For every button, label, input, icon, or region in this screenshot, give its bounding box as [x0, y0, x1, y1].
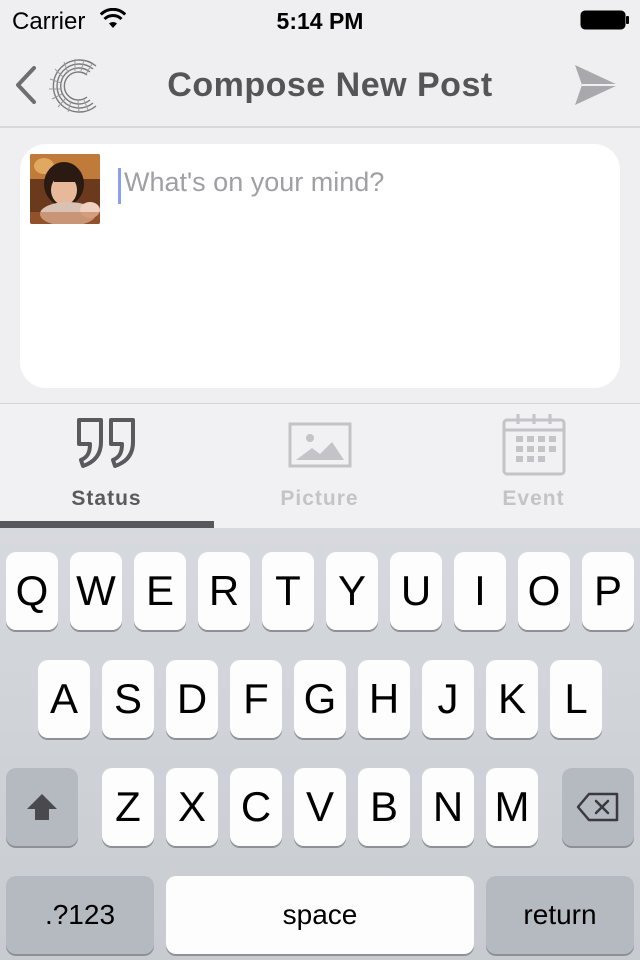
space-key[interactable]: space [166, 876, 474, 954]
key-p[interactable]: P [582, 552, 634, 630]
key-a[interactable]: A [38, 660, 90, 738]
shift-icon [27, 794, 57, 820]
battery-icon [580, 10, 629, 30]
key-l[interactable]: L [550, 660, 602, 738]
key-z[interactable]: Z [102, 768, 154, 846]
avatar [30, 154, 100, 224]
key-y[interactable]: Y [326, 552, 378, 630]
key-j[interactable]: J [422, 660, 474, 738]
key-t[interactable]: T [262, 552, 314, 630]
keyboard: Q W E R T Y U I O P A S D F G H J K L Z … [0, 528, 640, 960]
key-v[interactable]: V [294, 768, 346, 846]
status-bar: Carrier 5:14 PM [0, 0, 640, 40]
active-tab-indicator [0, 521, 214, 528]
key-r[interactable]: R [198, 552, 250, 630]
key-m[interactable]: M [486, 768, 538, 846]
tab-event-label: Event [502, 487, 565, 510]
avatar-photo [30, 154, 100, 224]
tab-status-label: Status [71, 487, 142, 510]
key-w[interactable]: W [70, 552, 122, 630]
tab-status[interactable]: Status [0, 404, 213, 529]
paper-plane-icon[interactable] [572, 62, 620, 108]
tab-picture-label: Picture [280, 487, 359, 510]
shift-key[interactable] [6, 768, 78, 846]
nav-bar: Compose New Post [0, 40, 640, 128]
backspace-icon [576, 792, 619, 822]
key-e[interactable]: E [134, 552, 186, 630]
calendar-icon [502, 414, 565, 476]
clock: 5:14 PM [276, 8, 364, 34]
key-n[interactable]: N [422, 768, 474, 846]
delete-key[interactable] [562, 768, 634, 846]
tab-event[interactable]: Event [427, 404, 640, 529]
key-g[interactable]: G [294, 660, 346, 738]
compose-card [20, 144, 620, 388]
key-h[interactable]: H [358, 660, 410, 738]
picture-icon [288, 422, 351, 468]
key-u[interactable]: U [390, 552, 442, 630]
key-k[interactable]: K [486, 660, 538, 738]
quote-icon [76, 418, 135, 468]
key-x[interactable]: X [166, 768, 218, 846]
key-q[interactable]: Q [6, 552, 58, 630]
key-i[interactable]: I [454, 552, 506, 630]
key-f[interactable]: F [230, 660, 282, 738]
page-title: Compose New Post [167, 66, 493, 104]
post-type-tabs: Status Picture Event [0, 403, 640, 528]
key-c[interactable]: C [230, 768, 282, 846]
key-b[interactable]: B [358, 768, 410, 846]
compose-post-input[interactable] [124, 162, 594, 202]
return-key[interactable]: return [486, 876, 634, 954]
key-d[interactable]: D [166, 660, 218, 738]
text-caret [118, 168, 121, 204]
key-o[interactable]: O [518, 552, 570, 630]
key-s[interactable]: S [102, 660, 154, 738]
tab-picture[interactable]: Picture [213, 404, 426, 529]
numbers-key[interactable]: .?123 [6, 876, 154, 954]
